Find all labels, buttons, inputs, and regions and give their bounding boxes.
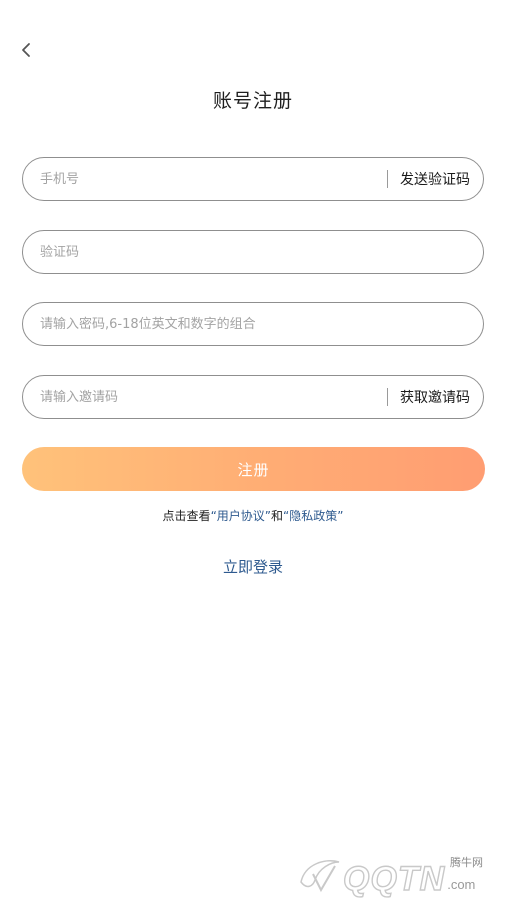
watermark-site-name: 腾牛网 — [450, 856, 483, 869]
register-button[interactable]: 注册 — [22, 447, 485, 491]
watermark-domain: .com — [447, 877, 476, 892]
send-code-button[interactable]: 发送验证码 — [400, 169, 483, 189]
back-button[interactable] — [14, 38, 38, 62]
invite-code-field[interactable]: 获取邀请码 — [22, 375, 484, 419]
password-input[interactable] — [23, 302, 483, 346]
verification-code-field[interactable] — [22, 230, 484, 274]
invite-code-input[interactable] — [23, 375, 387, 419]
divider — [387, 170, 388, 188]
phone-input[interactable] — [23, 157, 387, 201]
page-title: 账号注册 — [212, 90, 293, 112]
agreement-prefix: 点击查看 — [162, 509, 211, 523]
divider — [387, 388, 388, 406]
watermark-logo-text: QQTN — [342, 860, 446, 898]
privacy-policy-link[interactable]: “隐私政策” — [283, 509, 343, 523]
agreement-text: 点击查看“用户协议”和“隐私政策” — [0, 507, 506, 524]
password-field[interactable] — [22, 302, 484, 346]
verification-code-input[interactable] — [23, 230, 483, 274]
qqtn-logo-icon — [300, 860, 340, 893]
user-agreement-link[interactable]: “用户协议” — [211, 509, 271, 523]
get-invite-code-button[interactable]: 获取邀请码 — [400, 387, 483, 407]
login-link[interactable]: 立即登录 — [0, 556, 506, 577]
agreement-conjunction: 和 — [271, 509, 284, 523]
watermark-logo: 腾牛网 QQTN .com — [295, 850, 501, 898]
phone-field[interactable]: 发送验证码 — [22, 157, 484, 201]
chevron-left-icon — [22, 43, 30, 57]
